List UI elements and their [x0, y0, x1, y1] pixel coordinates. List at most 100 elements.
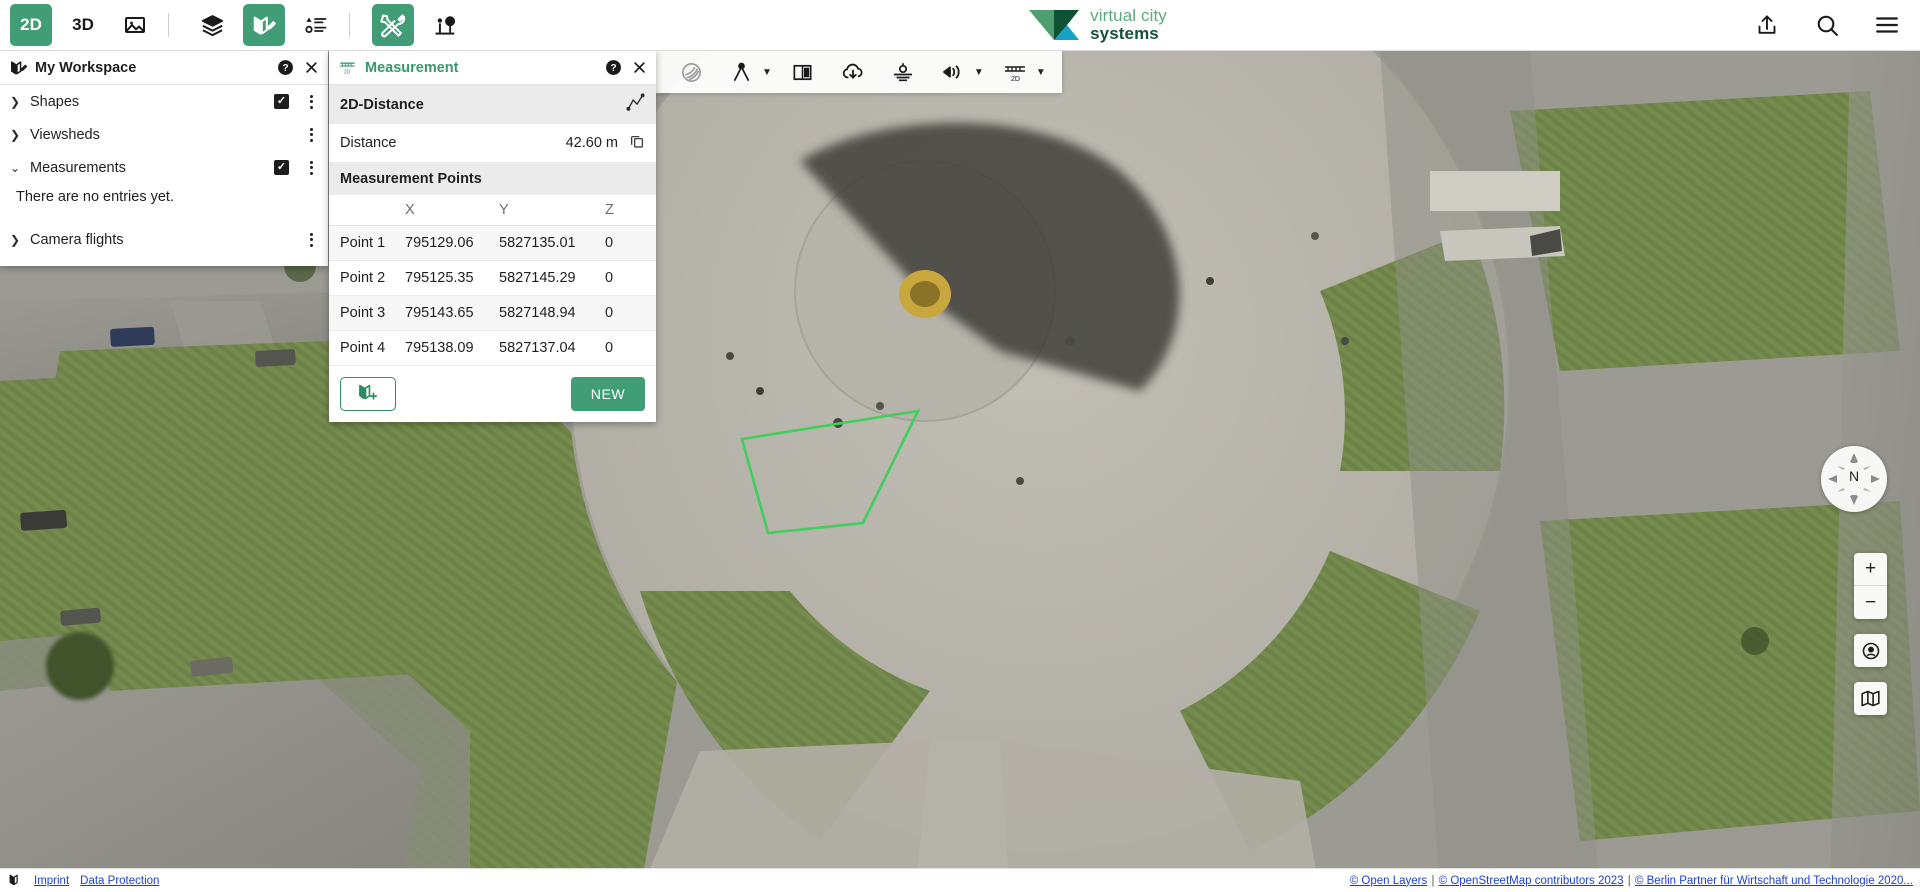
table-row[interactable]: Point 4 795138.09 5827137.04 0 — [329, 330, 656, 366]
point-z: 0 — [601, 330, 656, 366]
point-z: 0 — [601, 295, 656, 331]
image-icon[interactable] — [114, 4, 156, 46]
measurement-points-header: Measurement Points — [329, 163, 656, 195]
svg-text:2D: 2D — [344, 69, 351, 75]
chevron-right-icon[interactable]: ❯ — [10, 233, 30, 247]
zoom-in-button[interactable]: + — [1854, 553, 1887, 586]
measurements-options-menu[interactable] — [303, 160, 319, 175]
measurement-tool-icon[interactable] — [724, 55, 758, 89]
shapes-options-menu[interactable] — [303, 94, 319, 109]
hamburger-menu-icon[interactable] — [1866, 4, 1908, 46]
point-name: Point 2 — [329, 260, 401, 296]
brand-logo: virtual city systems — [1027, 7, 1167, 43]
application-root: 2D 3D virtual city systems ▼ ▼ 2D ▼ N + … — [0, 0, 1920, 892]
data-protection-link[interactable]: Data Protection — [80, 875, 159, 887]
share-icon[interactable] — [1746, 4, 1788, 46]
attribution-berlin-partner[interactable]: © Berlin Partner für Wirtschaft und Tech… — [1635, 875, 1913, 887]
measurement-mode-section: 2D-Distance — [329, 85, 656, 124]
layers-icon[interactable] — [191, 4, 233, 46]
table-row[interactable]: Point 2 795125.35 5827145.29 0 — [329, 260, 656, 296]
chevron-down-icon[interactable]: ▼ — [974, 67, 984, 78]
point-y: 5827148.94 — [495, 295, 601, 331]
table-row[interactable]: Point 1 795129.06 5827135.01 0 — [329, 225, 656, 261]
shapes-visibility-checkbox[interactable] — [274, 94, 289, 109]
compass-icon[interactable]: N — [1821, 446, 1887, 512]
mode-3d-button[interactable]: 3D — [62, 4, 104, 46]
workspace-title: My Workspace — [35, 59, 137, 76]
workspace-panel-header: My Workspace ? — [0, 51, 328, 85]
chevron-down-icon[interactable]: ⌄ — [10, 161, 30, 175]
attribution-osm[interactable]: © OpenStreetMap contributors 2023 — [1439, 875, 1624, 887]
measurement-points-table: X Y Z Point 1 795129.06 5827135.01 0 Poi… — [329, 195, 656, 366]
measurement-panel-header: 2D Measurement ? — [329, 51, 656, 85]
mode-2d-button[interactable]: 2D — [10, 4, 52, 46]
map-tool-toolbar: ▼ ▼ 2D ▼ — [656, 51, 1062, 93]
new-measurement-button[interactable]: NEW — [571, 377, 645, 411]
overview-map-icon[interactable] — [1854, 682, 1887, 715]
viewsheds-options-menu[interactable] — [303, 127, 319, 142]
workspace-map-icon — [9, 58, 28, 77]
sidebar-item-measurements[interactable]: ⌄ Measurements — [0, 151, 328, 184]
tools-icon[interactable] — [372, 4, 414, 46]
svg-text:?: ? — [282, 63, 288, 74]
tree-person-icon[interactable] — [424, 4, 466, 46]
svg-text:2D: 2D — [1011, 76, 1020, 83]
table-header-row: X Y Z — [329, 195, 656, 226]
sidebar-item-viewsheds[interactable]: ❯ Viewsheds — [0, 118, 328, 151]
sidebar-item-label: Shapes — [30, 93, 80, 110]
workspace-map-icon[interactable] — [243, 4, 285, 46]
point-x: 795129.06 — [401, 225, 495, 261]
sidebar-item-label: Measurements — [30, 159, 126, 176]
zoom-out-button[interactable]: − — [1854, 586, 1887, 619]
compass-north-label: N — [1848, 468, 1860, 484]
locate-icon[interactable] — [1854, 634, 1887, 667]
imprint-link[interactable]: Imprint — [34, 875, 69, 887]
sidebar-item-shapes[interactable]: ❯ Shapes — [0, 85, 328, 118]
measurements-visibility-checkbox[interactable] — [274, 160, 289, 175]
sidebar-item-label: Camera flights — [30, 231, 124, 248]
camera-flights-options-menu[interactable] — [303, 232, 319, 247]
col-point — [329, 195, 401, 226]
point-z: 0 — [601, 225, 656, 261]
zoom-controls: + − — [1854, 553, 1887, 619]
sidebar-item-camera-flights[interactable]: ❯ Camera flights — [0, 223, 328, 256]
measurement-panel: 2D Measurement ? 2D-Distance Distance 42… — [329, 51, 656, 422]
camera-flight-icon[interactable] — [886, 55, 920, 89]
vc-map-logo-icon — [8, 872, 23, 890]
logo-line-1: virtual city — [1090, 6, 1167, 26]
table-row[interactable]: Point 3 795143.65 5827148.94 0 — [329, 295, 656, 331]
viewshed-icon[interactable] — [936, 55, 970, 89]
measurement-title: Measurement — [365, 59, 459, 76]
close-icon[interactable] — [632, 60, 647, 75]
point-name: Point 3 — [329, 295, 401, 331]
toolbar-divider-1 — [168, 13, 169, 37]
ruler-2d-icon: 2D — [338, 58, 357, 77]
point-y: 5827137.04 — [495, 330, 601, 366]
attribution-openlayers[interactable]: © Open Layers — [1350, 875, 1428, 887]
svg-text:?: ? — [610, 63, 616, 74]
no-shadow-icon[interactable] — [674, 55, 708, 89]
distance-label: Distance — [340, 135, 397, 151]
sidebar-item-label: Viewsheds — [30, 126, 100, 143]
add-to-workspace-button[interactable] — [340, 377, 396, 411]
polyline-icon[interactable] — [626, 93, 645, 116]
legend-icon[interactable] — [295, 4, 337, 46]
split-view-icon[interactable] — [786, 55, 820, 89]
chevron-right-icon[interactable]: ❯ — [10, 95, 30, 109]
add-to-workspace-icon — [357, 381, 379, 407]
chevron-right-icon[interactable]: ❯ — [10, 128, 30, 142]
search-icon[interactable] — [1806, 4, 1848, 46]
close-icon[interactable] — [304, 60, 319, 75]
distance-value: 42.60 m — [565, 135, 618, 151]
chevron-down-icon[interactable]: ▼ — [762, 67, 772, 78]
toolbar-divider-2 — [349, 13, 350, 37]
workspace-panel: My Workspace ? ❯ Shapes ✓ ❯ Viewsheds ⌄ … — [0, 51, 328, 266]
col-y: Y — [495, 195, 601, 226]
chevron-down-icon[interactable]: ▼ — [1036, 67, 1046, 78]
distance-2d-icon[interactable]: 2D — [998, 55, 1032, 89]
copy-icon[interactable] — [629, 133, 645, 153]
help-icon[interactable]: ? — [605, 59, 622, 76]
point-name: Point 1 — [329, 225, 401, 261]
cloud-download-icon[interactable] — [836, 55, 870, 89]
help-icon[interactable]: ? — [277, 59, 294, 76]
